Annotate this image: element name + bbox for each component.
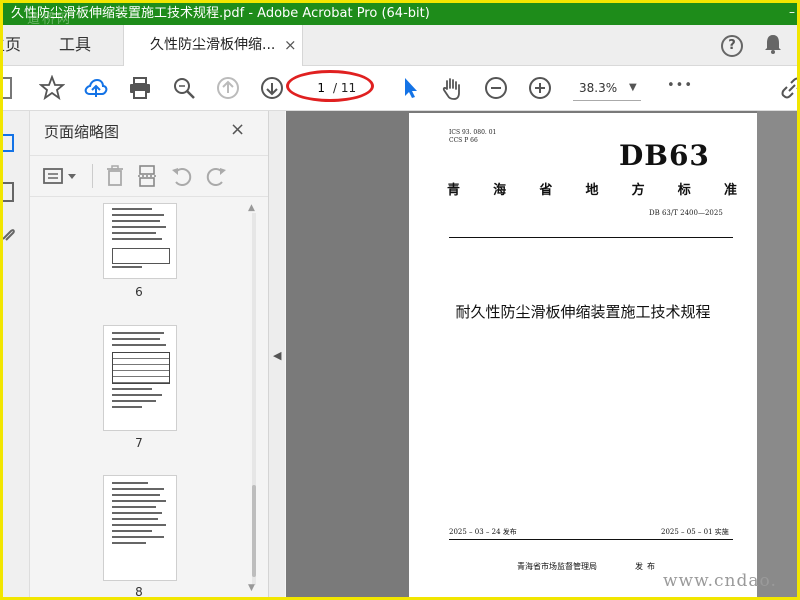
zoom-level-select[interactable]: 38.3% ▼ <box>569 78 645 101</box>
page-thumbnails-panel: 页面缩略图 × 6 7 8 ▲ ▼ <box>30 111 269 597</box>
rotate-clockwise-icon[interactable] <box>204 164 228 188</box>
tab-home[interactable]: 主页 <box>3 25 21 65</box>
close-tab-button[interactable]: × <box>284 36 297 54</box>
panel-title: 页面缩略图 <box>44 123 120 141</box>
standard-number: DB 63/T 2400—2025 <box>649 209 723 217</box>
ccs-line: CCS P 66 <box>449 137 478 144</box>
publish-date: 2025 – 03 – 24 发布 <box>449 528 517 536</box>
document-view[interactable]: ICS 93. 080. 01 CCS P 66 DB63 青 海 省 地 方 … <box>286 111 797 597</box>
select-cursor-icon[interactable] <box>397 75 423 101</box>
tab-bar: 主页 工具 久性防尘滑板伸缩... × ? <box>3 25 797 66</box>
heading-char: 省 <box>539 183 553 198</box>
scroll-thumb[interactable] <box>252 485 256 577</box>
thumbnail-page-number: 7 <box>135 436 143 450</box>
ics-codes: ICS 93. 080. 01 CCS P 66 <box>449 129 496 145</box>
thumbnail-toolbar <box>30 155 268 197</box>
title-watermark: 道桥网 <box>27 12 73 25</box>
scroll-up-icon[interactable]: ▲ <box>248 203 255 213</box>
ics-line: ICS 93. 080. 01 <box>449 129 497 136</box>
right-gutter <box>757 111 797 597</box>
minimize-button[interactable]: – <box>789 3 795 23</box>
print-icon[interactable] <box>127 75 153 101</box>
thumbnail-page-number: 6 <box>135 285 143 299</box>
zoom-value: 38.3% <box>579 81 618 95</box>
trash-icon[interactable] <box>104 164 126 188</box>
toolbar-divider <box>92 164 93 188</box>
heading-char: 准 <box>723 183 737 198</box>
standard-title: 耐久性防尘滑板伸缩装置施工技术规程 <box>455 303 711 321</box>
help-icon[interactable]: ? <box>721 35 743 57</box>
tab-tools[interactable]: 工具 <box>59 25 91 65</box>
cloud-upload-icon[interactable] <box>83 75 109 101</box>
acrobat-window: 久性防尘滑板伸缩装置施工技术规程.pdf - Adobe Acrobat Pro… <box>0 0 800 600</box>
zoom-out-icon[interactable] <box>483 75 509 101</box>
close-panel-button[interactable]: × <box>230 119 245 140</box>
document-tab-label: 久性防尘滑板伸缩... <box>150 37 276 53</box>
thumbnail-page-number: 8 <box>135 585 143 599</box>
thumbnail-page-8[interactable] <box>103 475 177 581</box>
scroll-down-icon[interactable]: ▼ <box>248 583 255 593</box>
title-bar: 久性防尘滑板伸缩装置施工技术规程.pdf - Adobe Acrobat Pro… <box>3 3 797 25</box>
thumbnail-page-7[interactable] <box>103 325 177 431</box>
thumbnail-options-icon[interactable] <box>42 166 82 186</box>
bell-icon[interactable] <box>763 33 783 55</box>
zoom-search-icon[interactable] <box>171 75 197 101</box>
pdf-page: ICS 93. 080. 01 CCS P 66 DB63 青 海 省 地 方 … <box>409 113 757 597</box>
page-rule-top <box>449 237 733 238</box>
zoom-in-icon[interactable] <box>527 75 553 101</box>
star-icon[interactable] <box>39 75 65 101</box>
main-toolbar: / 11 38.3% ▼ ••• <box>3 66 797 111</box>
more-tools-icon[interactable]: ••• <box>667 78 693 93</box>
implement-date: 2025 – 05 – 01 实施 <box>661 528 729 536</box>
page-rule-bottom <box>449 539 733 540</box>
collapse-panel-icon[interactable]: ◀ <box>273 349 281 362</box>
link-icon[interactable] <box>779 75 800 101</box>
issuing-authority: 青海省市场监督管理局 <box>517 562 597 571</box>
standard-code: DB63 <box>619 139 710 172</box>
rotate-counterclockwise-icon[interactable] <box>170 164 194 188</box>
window-title: 久性防尘滑板伸缩装置施工技术规程.pdf - Adobe Acrobat Pro… <box>11 6 430 21</box>
issue-label: 发布 <box>635 562 659 571</box>
next-page-icon[interactable] <box>259 75 285 101</box>
site-watermark: www.cndao. <box>663 571 777 591</box>
heading-char: 标 <box>677 183 691 198</box>
heading-char: 地 <box>585 183 599 198</box>
province-standard-heading: 青 海 省 地 方 标 准 <box>447 179 737 198</box>
thumbnail-page-6[interactable] <box>103 203 177 279</box>
heading-char: 方 <box>631 183 645 198</box>
attachment-panel-icon[interactable] <box>0 225 19 247</box>
heading-char: 青 <box>447 183 461 198</box>
previous-page-icon[interactable] <box>215 75 241 101</box>
red-highlight-ellipse <box>286 70 374 102</box>
bookmark-panel-icon[interactable] <box>0 181 19 203</box>
zoom-underline <box>573 100 641 101</box>
thumbnail-scrollbar[interactable]: ▲ ▼ <box>247 203 261 595</box>
document-icon[interactable] <box>0 75 21 101</box>
heading-char: 海 <box>493 183 507 198</box>
tab-document[interactable]: 久性防尘滑板伸缩... × <box>123 25 303 66</box>
hand-tool-icon[interactable] <box>439 75 465 101</box>
chevron-down-icon: ▼ <box>629 82 637 93</box>
extract-pages-icon[interactable] <box>136 164 158 188</box>
panel-collapse-strip: ◀ <box>269 111 285 597</box>
left-navigation-rail <box>3 111 30 597</box>
pages-panel-icon[interactable] <box>0 133 19 155</box>
